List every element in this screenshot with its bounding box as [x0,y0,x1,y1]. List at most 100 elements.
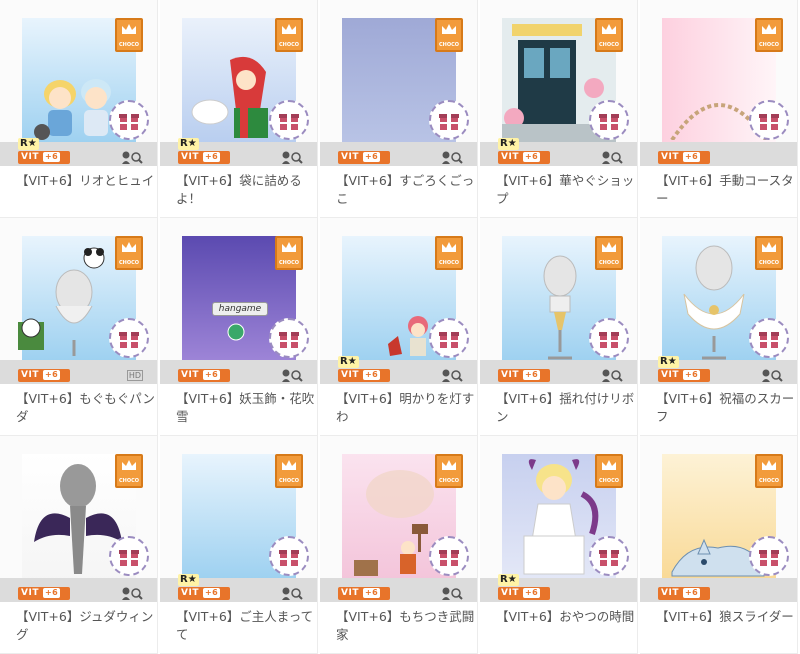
zoom-preview-icon[interactable] [761,368,783,382]
item-title[interactable]: 【VIT+6】狼スライダー [656,608,796,626]
item-title[interactable]: 【VIT+6】もぐもぐパンダ [16,390,156,426]
zoom-preview-icon[interactable] [281,150,303,164]
gift-icon [759,332,779,348]
item-title[interactable]: 【VIT+6】袋に詰めるよ！ [176,172,316,208]
mochi-fighter-image [354,470,434,576]
gift-icon [439,332,459,348]
gift-icon [279,114,299,130]
vit-badge: VIT +6 [338,151,390,164]
item-title[interactable]: 【VIT+6】華やぐショップ [496,172,636,208]
gift-button[interactable] [429,536,469,576]
gift-button[interactable] [589,536,629,576]
vit-badge: VIT +6 [18,587,70,600]
promo-label: hangame [212,302,268,316]
rank-badge: R★ [18,138,39,150]
zoom-preview-icon[interactable] [441,150,463,164]
choco-badge: CHOCO [595,18,623,52]
gift-button[interactable] [429,100,469,140]
item-title[interactable]: 【VIT+6】手動コースター [656,172,796,208]
choco-badge: CHOCO [275,454,303,488]
vit-badge: VIT +6 [498,587,550,600]
gift-button[interactable] [749,536,789,576]
item-title[interactable]: 【VIT+6】ジュダウィング [16,608,156,644]
gift-button[interactable] [749,318,789,358]
jade-orb-image [227,323,245,341]
gift-button[interactable] [109,536,149,576]
item-card[interactable]: R★ VIT +6 CHOCO 【VIT+6】祝福のスカーフ [640,218,798,436]
choco-badge: CHOCO [275,236,303,270]
scarf-mannequin-image [683,245,745,360]
item-card[interactable]: R★ VIT +6 CHOCO 【VIT+6】ご主人まってて [160,436,318,654]
choco-badge: CHOCO [115,454,143,488]
item-title[interactable]: 【VIT+6】明かりを灯すわ [336,390,476,426]
item-card[interactable]: VIT +6 CHOCO 【VIT+6】狼スライダー [640,436,798,654]
vit-badge: VIT +6 [498,151,550,164]
vit-badge: VIT +6 [178,587,230,600]
item-card[interactable]: R★ VIT +6 CHOCO 【VIT+6】袋に詰めるよ！ [160,0,318,218]
gift-button[interactable] [109,318,149,358]
item-card[interactable]: R★ VIT +6 CHOCO 【VIT+6】おやつの時間 [480,436,638,654]
crown-icon [442,460,456,470]
gift-button[interactable] [429,318,469,358]
item-title[interactable]: 【VIT+6】妖玉飾・花吹雪 [176,390,316,426]
item-title[interactable]: 【VIT+6】祝福のスカーフ [656,390,796,426]
rank-badge: R★ [338,356,359,368]
character-lantern-image [388,316,428,356]
item-card[interactable]: VIT +6 CHOCO 【VIT+6】もちつき武闘家 [320,436,478,654]
crown-icon [762,242,776,252]
hd-badge: HD [126,370,143,381]
zoom-preview-icon[interactable] [601,368,623,382]
item-title[interactable]: 【VIT+6】おやつの時間 [496,608,636,626]
zoom-preview-icon[interactable] [441,586,463,600]
item-card[interactable]: R★ VIT +6 CHOCO 【VIT+6】明かりを灯すわ [320,218,478,436]
gift-icon [439,550,459,566]
gift-button[interactable] [589,100,629,140]
item-title[interactable]: 【VIT+6】すごろくごっこ [336,172,476,208]
item-title[interactable]: 【VIT+6】ご主人まってて [176,608,316,644]
item-card[interactable]: VIT +6 CHOCO 【VIT+6】手動コースター [640,0,798,218]
crown-icon [282,24,296,34]
item-card[interactable]: VIT +6 CHOCO 【VIT+6】揺れ付けリボン [480,218,638,436]
gift-icon [599,332,619,348]
vit-badge: VIT +6 [658,587,710,600]
gift-button[interactable] [589,318,629,358]
gift-button[interactable] [269,536,309,576]
item-card[interactable]: VIT +6 CHOCO HD 【VIT+6】もぐもぐパンダ [0,218,158,436]
item-title[interactable]: 【VIT+6】リオとヒュイ [16,172,156,190]
choco-badge: CHOCO [435,454,463,488]
gift-button[interactable] [749,100,789,140]
ribbon-mannequin-image [543,255,577,360]
gift-icon [119,332,139,348]
rank-badge: R★ [498,574,519,586]
zoom-preview-icon[interactable] [121,586,143,600]
gift-button[interactable] [269,318,309,358]
rank-badge: R★ [178,138,199,150]
choco-badge: CHOCO [755,236,783,270]
crown-icon [122,242,136,252]
crown-icon [442,24,456,34]
item-card[interactable]: hangame VIT +6 CHOCO 【VIT+6】妖玉飾・花吹雪 [160,218,318,436]
item-card[interactable]: R★ VIT +6 CHOCO 【VIT+6】リオとヒュイ [0,0,158,218]
item-card[interactable]: VIT +6 CHOCO 【VIT+6】ジュダウィング [0,436,158,654]
crown-icon [602,24,616,34]
choco-badge: CHOCO [275,18,303,52]
gift-button[interactable] [109,100,149,140]
item-grid: R★ VIT +6 CHOCO 【VIT+6】リオとヒュイ R★ VIT +6 CH… [0,0,800,654]
crown-icon [602,460,616,470]
item-title[interactable]: 【VIT+6】もちつき武闘家 [336,608,476,644]
crown-icon [442,242,456,252]
choco-badge: CHOCO [595,454,623,488]
zoom-preview-icon[interactable] [281,586,303,600]
choco-badge: CHOCO [595,236,623,270]
item-title[interactable]: 【VIT+6】揺れ付けリボン [496,390,636,426]
zoom-preview-icon[interactable] [281,368,303,382]
gift-button[interactable] [269,100,309,140]
zoom-preview-icon[interactable] [601,150,623,164]
zoom-preview-icon[interactable] [121,150,143,164]
vit-badge: VIT +6 [658,151,710,164]
zoom-preview-icon[interactable] [441,368,463,382]
gift-icon [599,114,619,130]
item-card[interactable]: R★ VIT +6 CHOCO 【VIT+6】華やぐショップ [480,0,638,218]
item-card[interactable]: VIT +6 CHOCO 【VIT+6】すごろくごっこ [320,0,478,218]
gift-icon [279,332,299,348]
